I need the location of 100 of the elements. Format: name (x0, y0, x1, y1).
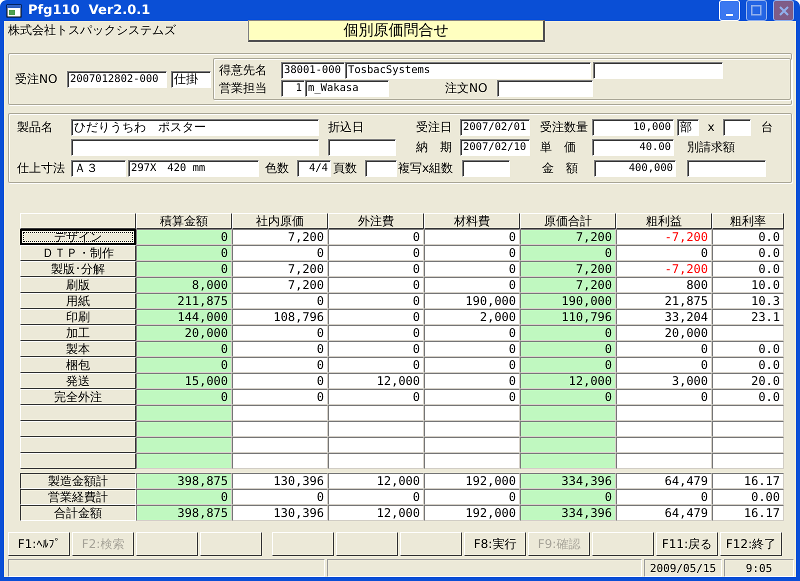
text-field[interactable] (328, 138, 396, 156)
row-header-button[interactable]: ＤＴＰ・制作 (20, 245, 136, 261)
table-cell: 0.0 (712, 389, 784, 405)
row-header-button[interactable]: 印刷 (20, 309, 136, 325)
table-cell: 0 (136, 489, 232, 505)
row-header-button[interactable]: 製版･分解 (20, 261, 136, 277)
table-cell: 0 (136, 357, 232, 373)
row-header-button[interactable] (20, 453, 136, 469)
text-field[interactable]: m_Wakasa (305, 80, 389, 96)
blank-function-key[interactable] (200, 532, 262, 556)
table-cell: 12,000 (328, 373, 424, 389)
function-key-button[interactable]: F12:終了 (720, 532, 782, 556)
row-header-button[interactable]: 発送 (20, 373, 136, 389)
blank-function-key[interactable] (592, 532, 654, 556)
table-cell: -7,200 (616, 261, 712, 277)
row-header-button[interactable] (20, 405, 136, 421)
table-cell: 0 (424, 261, 520, 277)
field-label: 注文NO (445, 80, 488, 96)
table-cell: 0 (424, 489, 520, 505)
company-name: 株式会社トスパックシステムズ (8, 22, 177, 39)
field-label: 受注数量 (540, 118, 589, 136)
table-cell: 144,000 (136, 309, 232, 325)
table-cell: 0 (136, 229, 232, 245)
field-label: 台 (761, 118, 774, 136)
table-cell: 21,875 (616, 293, 712, 309)
column-header: 社内原価 (232, 213, 328, 229)
text-field[interactable]: TosbacSystems (345, 62, 591, 78)
column-header: 粗利率 (712, 213, 784, 229)
text-field[interactable]: 400,000 (594, 160, 676, 176)
status-field[interactable]: 仕掛 (171, 70, 211, 88)
text-field[interactable] (71, 138, 319, 156)
table-cell: 0 (232, 293, 328, 309)
field-label: 折込日 (328, 118, 365, 136)
table-cell: 0 (616, 341, 712, 357)
text-field[interactable]: 10,000 (592, 118, 674, 136)
table-cell: 33,204 (616, 309, 712, 325)
table-cell: 0.0 (712, 357, 784, 373)
table-cell: 0 (616, 389, 712, 405)
row-header-button[interactable]: 梱包 (20, 357, 136, 373)
row-header-button[interactable] (20, 437, 136, 453)
function-key-button[interactable]: F1:ﾍﾙﾌﾟ (8, 532, 70, 556)
blank-function-key[interactable] (400, 532, 462, 556)
table-cell: 334,396 (520, 505, 616, 521)
text-field[interactable]: 297X 420 mm (128, 160, 259, 176)
row-header-button[interactable]: 刷版 (20, 277, 136, 293)
status-time: 9:05 (724, 559, 794, 577)
text-field[interactable]: ひだりうちわ ポスター (71, 118, 319, 136)
function-key-button[interactable]: F11:戻る (656, 532, 718, 556)
blank-function-key[interactable] (336, 532, 398, 556)
text-field[interactable] (593, 62, 723, 78)
field-label: 製品名 (17, 118, 54, 136)
field-label: 頁数 (333, 160, 358, 176)
text-field[interactable]: 1 (281, 80, 305, 96)
row-header-button[interactable]: 加工 (20, 325, 136, 341)
field-label: 営業担当 (219, 80, 268, 96)
blank-function-key[interactable] (136, 532, 198, 556)
text-field[interactable] (723, 118, 751, 136)
row-header: 合計金額 (20, 505, 136, 521)
text-field[interactable]: 部 (677, 118, 699, 136)
table-cell: 0 (328, 261, 424, 277)
row-header-button[interactable]: 用紙 (20, 293, 136, 309)
table-cell: 8,000 (136, 277, 232, 293)
text-field[interactable]: 2007/02/01 (460, 118, 530, 136)
row-header-button[interactable]: 製本 (20, 341, 136, 357)
field-label: x (706, 120, 716, 134)
table-cell: 20,000 (136, 325, 232, 341)
row-header-button[interactable]: 完全外注 (20, 389, 136, 405)
text-field[interactable]: 38001-000 (281, 62, 345, 78)
text-field[interactable] (462, 160, 510, 176)
field-label: 別請求額 (687, 138, 736, 156)
table-cell: 7,200 (520, 261, 616, 277)
table-cell: 7,200 (232, 261, 328, 277)
row-header-button[interactable] (20, 421, 136, 437)
screen-title-banner: 個別原価問合せ (248, 20, 545, 42)
field-label: 納 期 (416, 138, 453, 156)
function-key-button[interactable]: F8:実行 (464, 532, 526, 556)
text-field[interactable]: 2007012802-000 (67, 70, 167, 88)
table-cell: 0 (232, 373, 328, 389)
text-field[interactable] (365, 160, 397, 176)
table-cell: 110,796 (520, 309, 616, 325)
table-cell: 0.00 (712, 489, 784, 505)
table-cell: 190,000 (424, 293, 520, 309)
blank-function-key[interactable] (272, 532, 334, 556)
table-cell: -7,200 (616, 229, 712, 245)
table-cell: 398,875 (136, 473, 232, 489)
text-field[interactable]: 40.00 (592, 138, 674, 156)
text-field[interactable] (687, 160, 766, 176)
table-cell: 0 (232, 357, 328, 373)
table-cell: 0 (520, 357, 616, 373)
text-field[interactable]: 4/4 (297, 160, 331, 176)
text-field[interactable]: Ａ３ (71, 160, 126, 176)
text-field[interactable] (497, 80, 593, 96)
table-cell: 0 (520, 245, 616, 261)
minimize-button[interactable] (719, 0, 740, 21)
row-header: 営業経費計 (20, 489, 136, 505)
table-cell: 0 (136, 389, 232, 405)
window-icon (6, 4, 22, 18)
column-header: 粗利益 (616, 213, 712, 229)
text-field[interactable]: 2007/02/10 (460, 138, 530, 156)
table-cell: 12,000 (520, 373, 616, 389)
